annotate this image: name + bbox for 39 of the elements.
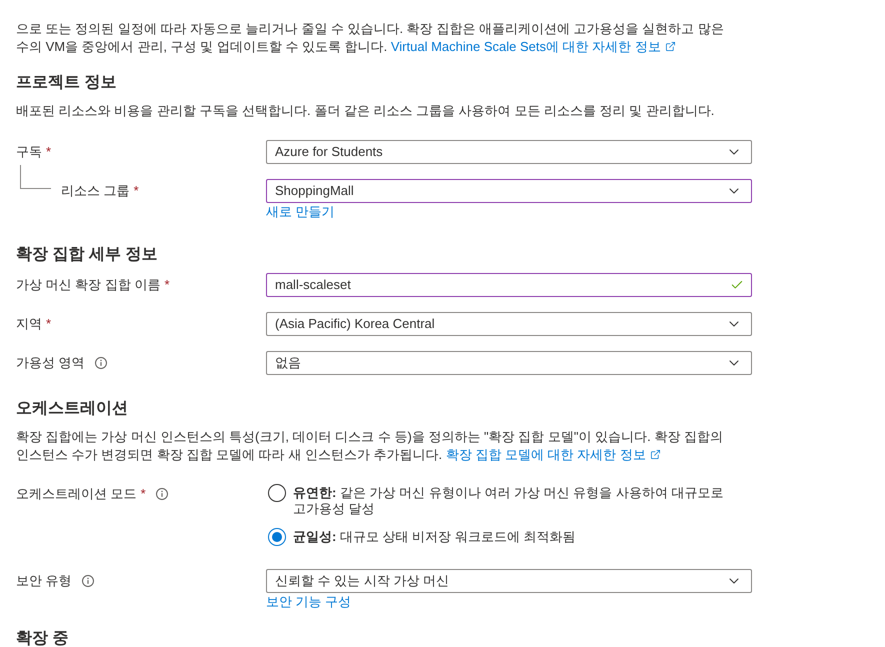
info-icon[interactable] (94, 357, 107, 369)
section-heading: 확장 집합 세부 정보 (16, 245, 158, 265)
section-heading: 오케스트레이션 (16, 399, 129, 419)
radio-option-label[interactable]: 유연한: 같은 가상 머신 유형이나 여러 가상 머신 유형을 사용하여 대규모로 고가용성 달성 (293, 484, 730, 517)
tree-connector (20, 165, 51, 189)
external-link-icon (664, 41, 676, 52)
field-label: 지역 (16, 315, 42, 334)
dropdown[interactable]: (Asia Pacific) Korea Central (266, 312, 752, 336)
field-label: 보안 유형 (16, 572, 72, 590)
section-description: 확장 집합에는 가상 머신 인스턴스의 특성(크기, 데이터 디스크 수 등)을 정의하는 "확장 집합 모델"이 있습니다. 확장 집합의 인스턴스 수가 변경되면 확장 집합 모델에 따라 새 인스턴스가 추가됩니다. 확장 집합 모델에 대한 자세한 정보 (16, 428, 724, 464)
field-link[interactable]: 새로 만들기 (266, 203, 335, 221)
learn-more-link[interactable]: Virtual Machine Scale Sets에 대한 자세한 정보 (390, 39, 676, 54)
dropdown[interactable]: 없음 (266, 351, 752, 375)
dropdown[interactable]: ShoppingMall (266, 179, 752, 203)
section-heading: 프로젝트 정보 (16, 73, 118, 93)
text-field[interactable]: mall-scaleset (266, 273, 752, 297)
required-mark: * (46, 143, 52, 162)
external-link-icon (650, 449, 661, 460)
learn-more-link[interactable]: 확장 집합 모델에 대한 자세한 정보 (446, 447, 661, 462)
info-icon[interactable] (82, 575, 94, 587)
radio-button[interactable] (268, 484, 286, 502)
required-mark: * (140, 485, 146, 504)
radio-option-label[interactable]: 균일성: 대규모 상태 비저장 워크로드에 최적화됨 (293, 528, 730, 545)
radio-button[interactable] (268, 528, 286, 546)
dropdown[interactable]: Azure for Students (266, 140, 752, 164)
field-label: 구독 (16, 143, 42, 162)
field-link[interactable]: 보안 기능 구성 (266, 593, 352, 611)
field-label: 가상 머신 확장 집합 이름 (16, 276, 160, 294)
required-mark: * (164, 276, 170, 294)
field-label: 리소스 그룹 (61, 182, 130, 200)
required-mark: * (134, 182, 139, 200)
field-label: 가용성 영역 (16, 354, 85, 372)
required-mark: * (46, 315, 52, 334)
section-heading: 확장 중 (16, 629, 70, 647)
field-label: 오케스트레이션 모드 (16, 485, 137, 504)
section-description: 배포된 리소스와 비용을 관리할 구독을 선택합니다. 폴더 같은 리소스 그룹을 사용하여 모든 리소스를 정리 및 관리합니다. (16, 102, 716, 120)
info-icon[interactable] (156, 488, 168, 500)
intro-paragraph: 으로 또는 정의된 일정에 따라 자동으로 늘리거나 줄일 수 있습니다. 확장 집합은 애플리케이션에 고가용성을 실현하고 많은 수의 VM을 중앙에서 관리, 구성 및 업데이트할 수 있도록 합니다. Virtual Machine Scale Sets에 대한 자세한 정보 (16, 20, 725, 56)
dropdown[interactable]: 신뢰할 수 있는 시작 가상 머신 (266, 569, 752, 593)
